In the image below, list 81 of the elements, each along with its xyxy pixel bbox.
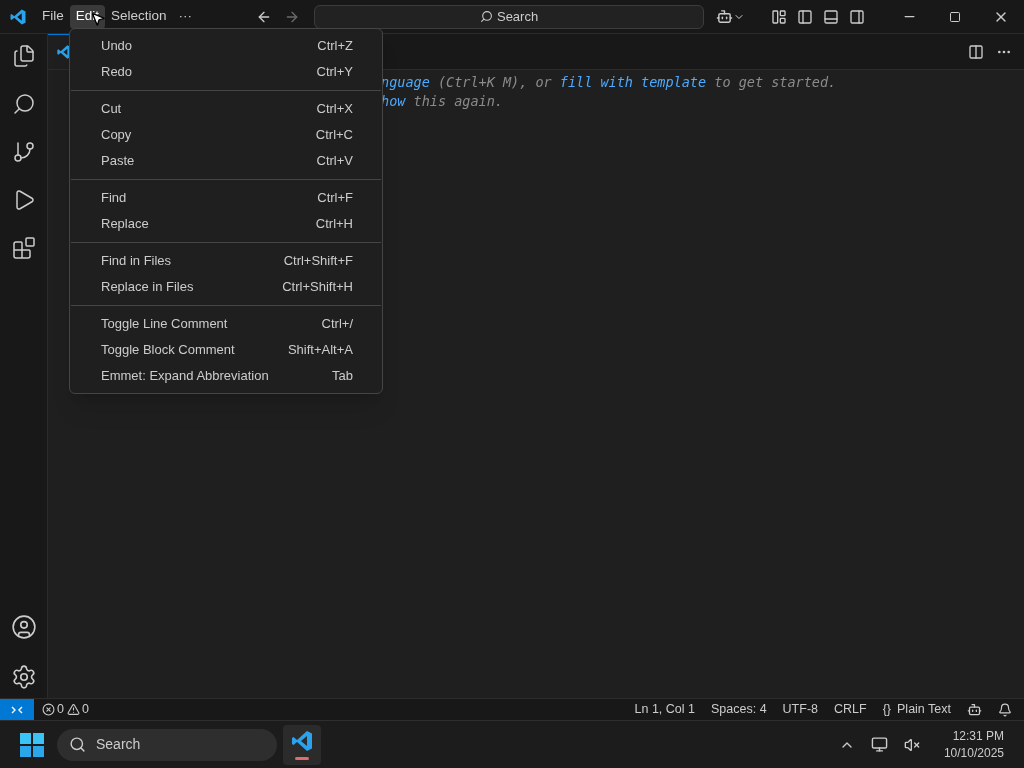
- taskbar-search[interactable]: Search: [57, 728, 277, 761]
- app-logo-icon: [9, 7, 27, 26]
- menu-shortcut: Ctrl+C: [315, 126, 353, 145]
- menu-item[interactable]: ···: [172, 4, 199, 29]
- extensions-icon[interactable]: [11, 236, 36, 260]
- clock-date[interactable]: 10/10/2025: [943, 744, 1004, 762]
- menu-shortcut: Ctrl+H: [315, 215, 353, 234]
- split-editor-icon[interactable]: [968, 43, 984, 60]
- menu-entry-label: Find in Files: [101, 252, 172, 271]
- menu-item[interactable]: Selection: [105, 4, 173, 29]
- search-placeholder: Search: [96, 735, 141, 754]
- customize-layout-icon[interactable]: [771, 8, 788, 25]
- menu-entry[interactable]: Replace Ctrl+H: [70, 211, 382, 237]
- running-indicator: [295, 757, 309, 760]
- menu-shortcut: Ctrl+Y: [316, 63, 353, 82]
- vscode-taskbar-button[interactable]: [283, 724, 321, 765]
- accounts-icon[interactable]: [10, 614, 37, 640]
- settings-icon[interactable]: [10, 664, 37, 690]
- menu-shortcut: Ctrl+Shift+H: [282, 278, 353, 297]
- problems-button[interactable]: 0 0: [42, 700, 89, 719]
- status-item[interactable]: Plain Text: [897, 700, 951, 719]
- menu-shortcut: Tab: [332, 367, 353, 386]
- sidebar-toggle-icon[interactable]: [797, 8, 814, 25]
- search-icon: [69, 736, 86, 753]
- menu-entry[interactable]: Find in Files Ctrl+Shift+F: [70, 248, 382, 274]
- explorer-icon[interactable]: [11, 44, 36, 68]
- maximize-icon[interactable]: [949, 10, 961, 23]
- menu-entry-label: Emmet: Expand Abbreviation: [101, 367, 269, 386]
- warning-icon: [66, 703, 80, 716]
- status-item[interactable]: Spaces: 4: [711, 700, 767, 719]
- volume-muted-icon[interactable]: [903, 736, 920, 753]
- menu-shortcut: Ctrl+X: [316, 100, 353, 119]
- status-item[interactable]: Ln 1, Col 1: [634, 700, 695, 719]
- clock-time[interactable]: 12:31 PM: [952, 727, 1004, 745]
- secondary-sidebar-toggle-icon[interactable]: [849, 8, 866, 25]
- menu-entry[interactable]: Toggle Block Comment Shift+Alt+A: [70, 337, 382, 363]
- menu-entry-label: Redo: [101, 63, 133, 82]
- status-item[interactable]: CRLF: [834, 700, 867, 719]
- error-icon: [42, 703, 55, 716]
- hint-link[interactable]: nguage: [381, 74, 430, 90]
- language-icon: {}: [882, 700, 892, 719]
- panel-toggle-icon[interactable]: [823, 8, 840, 25]
- menu-entry[interactable]: Toggle Line Comment Ctrl+/: [70, 311, 382, 337]
- menu-shortcut: Ctrl+Shift+F: [283, 252, 353, 271]
- problem-count: 0: [57, 701, 64, 719]
- menu-entry-label: Toggle Block Comment: [101, 341, 235, 360]
- menu-entry[interactable]: Copy Ctrl+C: [70, 122, 382, 148]
- menu-entry[interactable]: Cut Ctrl+X: [70, 96, 382, 122]
- copilot-menu[interactable]: [716, 8, 746, 25]
- menu-entry[interactable]: Emmet: Expand Abbreviation Tab: [70, 363, 382, 389]
- menu-entry-label: Copy: [101, 126, 132, 145]
- menu-entry[interactable]: Replace in Files Ctrl+Shift+H: [70, 274, 382, 300]
- menu-entry[interactable]: Redo Ctrl+Y: [70, 59, 382, 85]
- command-center-search[interactable]: Search: [314, 4, 705, 29]
- menu-shortcut: Ctrl+F: [317, 189, 353, 208]
- menu-entry-label: Paste: [101, 152, 135, 171]
- search-icon: [479, 10, 493, 23]
- menu-entry-label: Replace: [101, 215, 149, 234]
- menu-shortcut: Ctrl+/: [321, 315, 353, 334]
- menu-entry-label: Cut: [101, 100, 122, 119]
- menu-shortcut: Ctrl+Z: [317, 37, 353, 56]
- editor-hint-text: nguage (Ctrl+K M), or fill with template to get started.: [381, 73, 838, 92]
- menu-entry-label: Undo: [101, 37, 133, 56]
- hint-link[interactable]: fill with template: [559, 74, 707, 90]
- menu-entry[interactable]: Find Ctrl+F: [70, 185, 382, 211]
- notifications-icon[interactable]: [998, 702, 1012, 717]
- menu-shortcut: Ctrl+V: [316, 152, 353, 171]
- vscode-icon: [290, 729, 314, 753]
- menu-entry-label: Find: [101, 189, 127, 208]
- search-placeholder: Search: [496, 7, 539, 26]
- problem-count: 0: [81, 701, 89, 719]
- status-item[interactable]: UTF-8: [782, 700, 818, 719]
- menu-item[interactable]: File: [36, 4, 70, 29]
- menu-shortcut: Shift+Alt+A: [287, 341, 353, 360]
- menu-entry-label: Toggle Line Comment: [101, 315, 228, 334]
- menu-entry-label: Replace in Files: [101, 278, 194, 297]
- menu-entry[interactable]: Undo Ctrl+Z: [70, 33, 382, 59]
- start-icon[interactable]: [20, 732, 44, 757]
- menu-entry[interactable]: Paste Ctrl+V: [70, 148, 382, 174]
- search-icon[interactable]: [11, 92, 36, 116]
- source-control-icon[interactable]: [11, 140, 36, 164]
